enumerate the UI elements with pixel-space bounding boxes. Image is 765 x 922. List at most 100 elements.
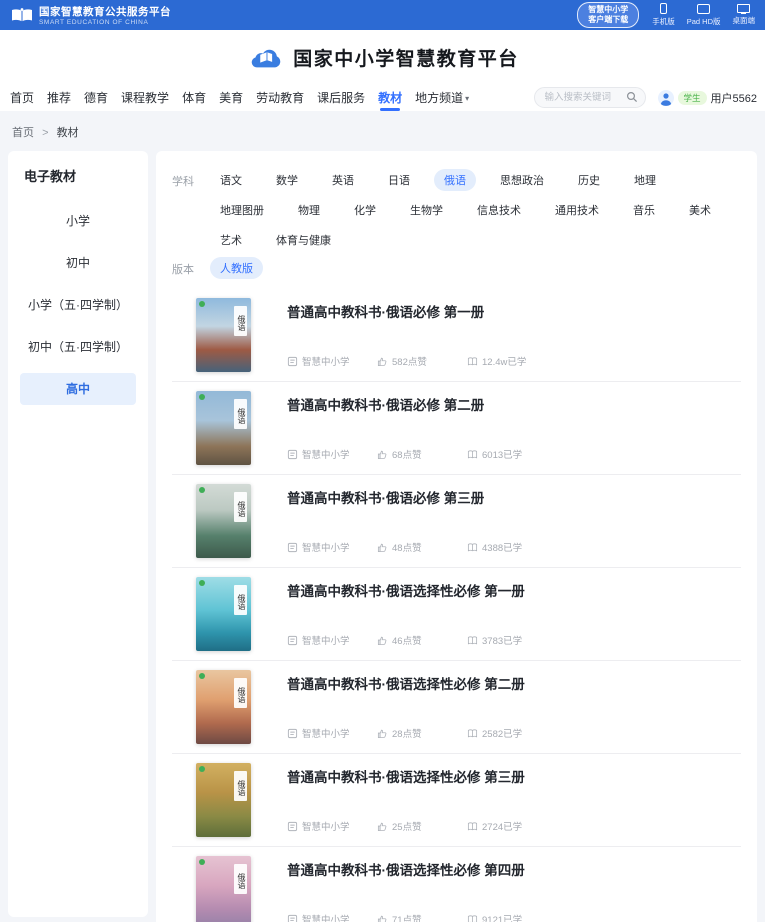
source-app-icon xyxy=(287,728,298,739)
subject-option-label: 地理 xyxy=(634,175,656,187)
user-menu[interactable]: 学生 用户5562 xyxy=(658,90,758,106)
nav-item[interactable]: 地方频道 ▾ xyxy=(415,84,469,111)
open-book-small-icon xyxy=(467,728,478,739)
nav-item[interactable]: 劳动教育 ▾ xyxy=(256,84,304,111)
subject-option-label: 生物学 xyxy=(410,205,443,217)
subject-option[interactable]: 美术 xyxy=(679,199,721,221)
publisher-dot-icon xyxy=(199,766,205,772)
book-likes: 25点赞 xyxy=(377,819,467,833)
sidebar-item-label: 初中 xyxy=(66,256,90,270)
nav-item[interactable]: 课程教学 ▾ xyxy=(121,84,169,111)
app-version-link[interactable]: 桌面端 xyxy=(733,3,756,27)
nav-item[interactable]: 首页 ▾ xyxy=(10,84,34,111)
app-version-link[interactable]: Pad HD版 xyxy=(687,3,721,27)
subject-option[interactable]: 数学 xyxy=(266,169,308,191)
subject-option[interactable]: 俄语 xyxy=(434,169,476,191)
book-cover: 俄语 xyxy=(196,391,251,465)
subject-option[interactable]: 生物学 xyxy=(400,199,453,221)
version-option-label: 人教版 xyxy=(220,263,253,275)
platform-logo-title: 国家智慧教育公共服务平台 xyxy=(39,4,171,19)
open-book-small-icon xyxy=(467,542,478,553)
version-filter-row: 版本 人教版 xyxy=(172,257,741,279)
search-icon[interactable] xyxy=(626,91,638,103)
site-header: 国家中小学智慧教育平台 xyxy=(0,30,765,84)
book-meta: 智慧中小学 71点赞 xyxy=(287,912,741,922)
book-likes: 28点赞 xyxy=(377,726,467,740)
book-row[interactable]: 俄语 普通高中教科书·俄语选择性必修 第三册 智慧中小学 xyxy=(172,754,741,847)
book-source-label: 智慧中小学 xyxy=(302,912,350,922)
cloud-logo-icon xyxy=(246,44,284,71)
book-cover: 俄语 xyxy=(196,763,251,837)
subject-option[interactable]: 艺术 xyxy=(210,229,252,251)
book-row[interactable]: 俄语 普通高中教科书·俄语选择性必修 第一册 智慧中小学 xyxy=(172,568,741,661)
book-learned-label: 3783已学 xyxy=(482,633,522,647)
subject-option[interactable]: 化学 xyxy=(344,199,386,221)
subject-option-label: 日语 xyxy=(388,175,410,187)
cover-subject-label: 俄语 xyxy=(234,306,247,336)
subject-option[interactable]: 音乐 xyxy=(623,199,665,221)
subject-option[interactable]: 地理 xyxy=(624,169,666,191)
subject-option-label: 语文 xyxy=(220,175,242,187)
nav-items: 首页 ▾ 推荐 ▾ 德育 ▾ 课程教学 ▾ 体育 ▾ 美育 ▾ 劳动教育 ▾ xyxy=(10,84,469,111)
subject-option-label: 数学 xyxy=(276,175,298,187)
subject-option[interactable]: 物理 xyxy=(288,199,330,221)
main-nav: 首页 ▾ 推荐 ▾ 德育 ▾ 课程教学 ▾ 体育 ▾ 美育 ▾ 劳动教育 ▾ xyxy=(0,84,765,111)
source-app-icon xyxy=(287,356,298,367)
sidebar-item[interactable]: 小学 xyxy=(20,205,136,237)
sidebar-item[interactable]: 初中（五·四学制） xyxy=(20,331,136,363)
book-row[interactable]: 俄语 普通高中教科书·俄语选择性必修 第四册 智慧中小学 xyxy=(172,847,741,922)
subject-option[interactable]: 英语 xyxy=(322,169,364,191)
open-book-small-icon xyxy=(467,914,478,922)
client-download-button[interactable]: 智慧中小学 客户端下载 xyxy=(577,2,639,27)
breadcrumb: 首页 > 教材 xyxy=(0,111,765,151)
subject-option[interactable]: 通用技术 xyxy=(545,199,609,221)
subject-option[interactable]: 地理图册 xyxy=(210,199,274,221)
main-panel: 学科 语文 数学 英语 日语 俄语 思想政治 历史 xyxy=(156,151,757,922)
sidebar-item[interactable]: 小学（五·四学制） xyxy=(20,289,136,321)
chevron-down-icon: ▾ xyxy=(465,94,469,103)
book-learned: 4388已学 xyxy=(467,540,557,554)
book-row[interactable]: 俄语 普通高中教科书·俄语必修 第一册 智慧中小学 xyxy=(172,289,741,382)
nav-item[interactable]: 美育 ▾ xyxy=(219,84,243,111)
book-likes-label: 46点赞 xyxy=(392,633,422,647)
publisher-dot-icon xyxy=(199,580,205,586)
subject-option[interactable]: 体育与健康 xyxy=(266,229,341,251)
version-option[interactable]: 人教版 xyxy=(210,257,263,279)
book-info: 普通高中教科书·俄语选择性必修 第三册 智慧中小学 xyxy=(287,763,741,837)
book-meta: 智慧中小学 48点赞 xyxy=(287,540,741,554)
book-learned: 9121已学 xyxy=(467,912,557,922)
nav-item[interactable]: 体育 ▾ xyxy=(182,84,206,111)
nav-item[interactable]: 课后服务 ▾ xyxy=(317,84,365,111)
book-learned: 12.4w已学 xyxy=(467,354,557,368)
app-version-link[interactable]: 手机版 xyxy=(652,3,675,27)
book-source-label: 智慧中小学 xyxy=(302,354,350,368)
subject-options: 语文 数学 英语 日语 俄语 思想政治 历史 地理 xyxy=(210,169,741,251)
book-learned: 2724已学 xyxy=(467,819,557,833)
thumbs-up-icon xyxy=(377,635,388,646)
book-row[interactable]: 俄语 普通高中教科书·俄语必修 第二册 智慧中小学 xyxy=(172,382,741,475)
nav-item-label: 推荐 xyxy=(47,89,71,106)
sidebar-item[interactable]: 初中 xyxy=(20,247,136,279)
subject-option-label: 音乐 xyxy=(633,205,655,217)
nav-item[interactable]: 德育 ▾ xyxy=(84,84,108,111)
nav-item-label: 美育 xyxy=(219,89,243,106)
subject-option[interactable]: 思想政治 xyxy=(490,169,554,191)
book-row[interactable]: 俄语 普通高中教科书·俄语选择性必修 第二册 智慧中小学 xyxy=(172,661,741,754)
subject-option[interactable]: 语文 xyxy=(210,169,252,191)
open-book-small-icon xyxy=(467,449,478,460)
book-row[interactable]: 俄语 普通高中教科书·俄语必修 第三册 智慧中小学 xyxy=(172,475,741,568)
nav-item[interactable]: 推荐 ▾ xyxy=(47,84,71,111)
subject-filter-label: 学科 xyxy=(172,169,210,251)
nav-item-label: 首页 xyxy=(10,89,34,106)
book-cover: 俄语 xyxy=(196,670,251,744)
nav-item[interactable]: 教材 ▾ xyxy=(378,84,402,111)
subject-option[interactable]: 历史 xyxy=(568,169,610,191)
subject-option[interactable]: 信息技术 xyxy=(467,199,531,221)
breadcrumb-home[interactable]: 首页 xyxy=(12,127,34,139)
app-version-links: 手机版 Pad HD版 桌面端 xyxy=(652,3,755,27)
book-cover: 俄语 xyxy=(196,577,251,651)
book-cover: 俄语 xyxy=(196,856,251,922)
subject-option[interactable]: 日语 xyxy=(378,169,420,191)
sidebar-item[interactable]: 高中 xyxy=(20,373,136,405)
book-list: 俄语 普通高中教科书·俄语必修 第一册 智慧中小学 xyxy=(172,289,741,922)
